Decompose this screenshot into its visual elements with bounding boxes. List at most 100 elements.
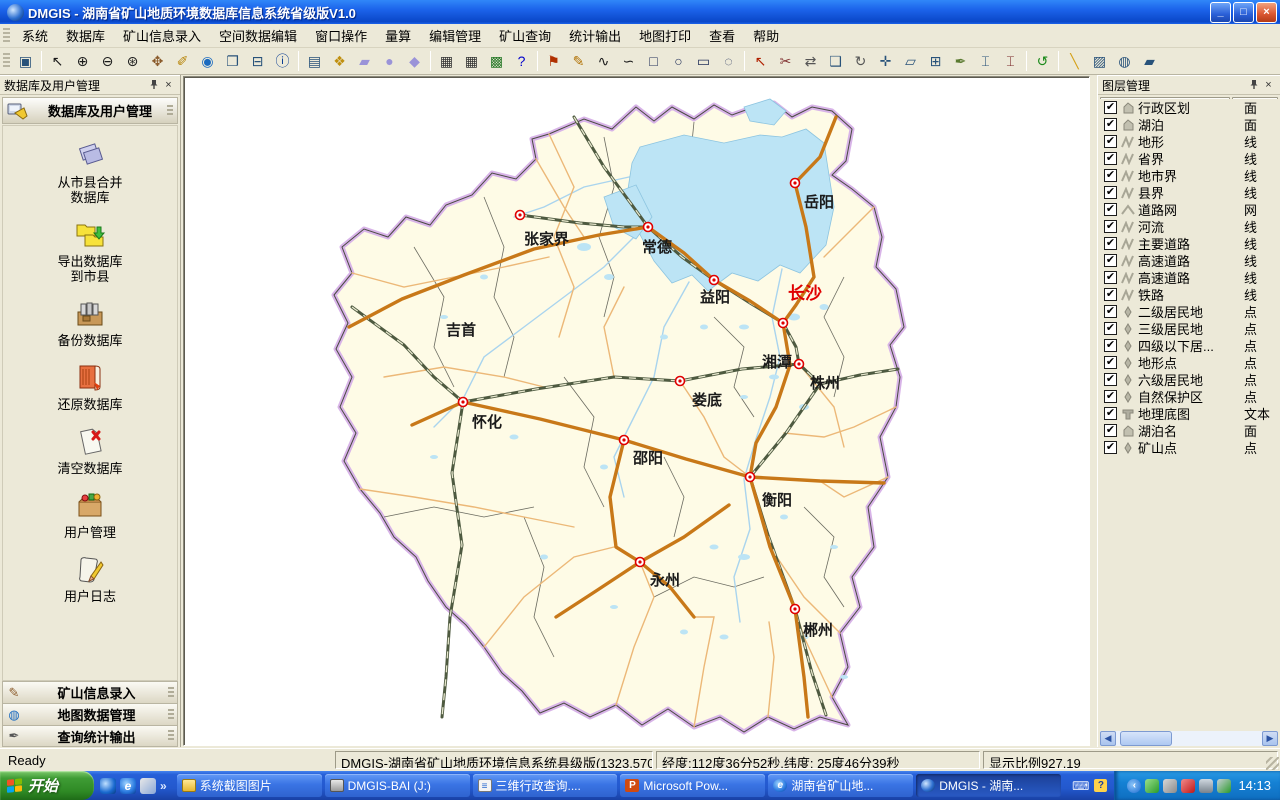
hatch-polygon-button[interactable]: ▰ bbox=[1138, 50, 1162, 73]
hatch-rect-button[interactable]: ▨ bbox=[1088, 50, 1112, 73]
city-marker[interactable] bbox=[746, 473, 755, 482]
copy-window-button[interactable]: ❐ bbox=[221, 50, 245, 73]
menu-grip[interactable] bbox=[3, 28, 10, 44]
minimize-button[interactable]: _ bbox=[1210, 2, 1231, 23]
taskbar-task-1[interactable]: DMGIS-BAI (J:) bbox=[325, 774, 470, 797]
city-marker[interactable] bbox=[620, 436, 629, 445]
group-bar-0[interactable]: ✎矿山信息录入 bbox=[2, 681, 178, 703]
print-button[interactable]: ▦ bbox=[435, 50, 459, 73]
quick-launch-overflow-icon[interactable]: » bbox=[160, 779, 167, 793]
action-restore-db[interactable]: 还原数据库 bbox=[3, 362, 177, 412]
select-polygon-button[interactable]: ◆ bbox=[403, 50, 427, 73]
scroll-thumb[interactable] bbox=[1120, 731, 1172, 746]
city-marker[interactable] bbox=[791, 179, 800, 188]
layer-checkbox[interactable]: ✔ bbox=[1104, 220, 1117, 233]
ie-icon[interactable]: e bbox=[120, 778, 136, 794]
menu-item-2[interactable]: 矿山信息录入 bbox=[114, 23, 210, 48]
attribute-table-button[interactable]: ⊞ bbox=[924, 50, 948, 73]
add-point-pencil-button[interactable]: ✎ bbox=[567, 50, 591, 73]
city-marker[interactable] bbox=[459, 398, 468, 407]
layer-row[interactable]: ✔行政区划面 bbox=[1100, 99, 1278, 116]
action-backup-db[interactable]: 备份数据库 bbox=[3, 298, 177, 348]
measure-length2-button[interactable]: ⌶ bbox=[999, 50, 1023, 73]
layer-checkbox[interactable]: ✔ bbox=[1104, 169, 1117, 182]
layer-checkbox[interactable]: ✔ bbox=[1104, 254, 1117, 267]
taskbar-task-2[interactable]: ≡三维行政查询.... bbox=[473, 774, 618, 797]
layer-row[interactable]: ✔道路网网 bbox=[1100, 201, 1278, 218]
layer-checkbox[interactable]: ✔ bbox=[1104, 424, 1117, 437]
action-user-log[interactable]: 用户日志 bbox=[3, 554, 177, 604]
move-feature-button[interactable]: ✛ bbox=[874, 50, 898, 73]
layer-row[interactable]: ✔县界线 bbox=[1100, 184, 1278, 201]
hunan-map[interactable]: 张家界常德岳阳益阳长沙吉首湘潭株州怀化娄底邵阳衡阳永州郴州 bbox=[184, 77, 1089, 745]
draw-freehand-button[interactable]: ∽ bbox=[617, 50, 641, 73]
layer-checkbox[interactable]: ✔ bbox=[1104, 186, 1117, 199]
city-marker[interactable] bbox=[636, 558, 645, 567]
layer-row[interactable]: ✔地形线 bbox=[1100, 133, 1278, 150]
map-view[interactable]: 张家界常德岳阳益阳长沙吉首湘潭株州怀化娄底邵阳衡阳永州郴州 bbox=[183, 76, 1090, 746]
legend-box-button[interactable]: ⊟ bbox=[246, 50, 270, 73]
layer-checkbox[interactable]: ✔ bbox=[1104, 271, 1117, 284]
left-panel-close-icon[interactable]: × bbox=[161, 78, 176, 92]
action-user-manage[interactable]: 用户管理 bbox=[3, 490, 177, 540]
layer-checkbox[interactable]: ✔ bbox=[1104, 288, 1117, 301]
layer-pin-icon[interactable] bbox=[1246, 78, 1261, 92]
hide-chevron-icon[interactable]: ‹ bbox=[1127, 779, 1141, 793]
scroll-right-icon[interactable]: ▶ bbox=[1262, 731, 1278, 746]
toolbar-grip[interactable] bbox=[3, 53, 10, 69]
zoom-in-button[interactable]: ⊕ bbox=[71, 50, 95, 73]
layer-row[interactable]: ✔三级居民地点 bbox=[1100, 320, 1278, 337]
scroll-left-icon[interactable]: ◀ bbox=[1100, 731, 1116, 746]
pan-hand-button[interactable]: ✥ bbox=[146, 50, 170, 73]
security-shield-icon[interactable] bbox=[1181, 779, 1195, 793]
taskbar-task-4[interactable]: e湖南省矿山地... bbox=[768, 774, 913, 797]
layer-checkbox[interactable]: ✔ bbox=[1104, 135, 1117, 148]
city-marker[interactable] bbox=[676, 377, 685, 386]
draw-polyline-button[interactable]: ∿ bbox=[592, 50, 616, 73]
layer-checkbox[interactable]: ✔ bbox=[1104, 101, 1117, 114]
volume-icon[interactable] bbox=[1163, 779, 1177, 793]
zoom-out-button[interactable]: ⊖ bbox=[96, 50, 120, 73]
layer-row[interactable]: ✔主要道路线 bbox=[1100, 235, 1278, 252]
draw-rect2-button[interactable]: ▭ bbox=[692, 50, 716, 73]
layer-checkbox[interactable]: ✔ bbox=[1104, 356, 1117, 369]
add-point-flag-button[interactable]: ⚑ bbox=[542, 50, 566, 73]
repaint-brush-button[interactable]: ✐ bbox=[171, 50, 195, 73]
menu-item-7[interactable]: 矿山查询 bbox=[490, 23, 560, 48]
display-icon[interactable] bbox=[1199, 779, 1213, 793]
draw-ellipse2-button[interactable]: ◌ bbox=[717, 50, 741, 73]
layer-checkbox[interactable]: ✔ bbox=[1104, 237, 1117, 250]
taskbar-task-3[interactable]: PMicrosoft Pow... bbox=[620, 774, 765, 797]
menu-item-0[interactable]: 系统 bbox=[13, 23, 57, 48]
edit-pencil-button[interactable]: ✒ bbox=[949, 50, 973, 73]
layer-panel-hscrollbar[interactable]: ◀ ▶ bbox=[1100, 731, 1278, 746]
drive-activity-icon[interactable] bbox=[1217, 779, 1231, 793]
menu-item-8[interactable]: 统计输出 bbox=[560, 23, 630, 48]
layer-row[interactable]: ✔高速道路线 bbox=[1100, 269, 1278, 286]
copy-feature-button[interactable]: ❑ bbox=[824, 50, 848, 73]
new-map-button[interactable]: ▣ bbox=[14, 50, 38, 73]
hatch-ellipse-button[interactable]: ◍ bbox=[1113, 50, 1137, 73]
measure-length-button[interactable]: ⌶ bbox=[974, 50, 998, 73]
hatch-line-button[interactable]: ╲ bbox=[1063, 50, 1087, 73]
pin-icon[interactable] bbox=[146, 78, 161, 92]
print-preview-button[interactable]: ▤ bbox=[303, 50, 327, 73]
city-marker[interactable] bbox=[795, 360, 804, 369]
select-pointer-button[interactable]: ↖ bbox=[46, 50, 70, 73]
layer-checkbox[interactable]: ✔ bbox=[1104, 441, 1117, 454]
draw-ellipse-button[interactable]: ○ bbox=[667, 50, 691, 73]
group-bar-1[interactable]: ◍地图数据管理 bbox=[2, 703, 178, 725]
layer-row[interactable]: ✔四级以下居...点 bbox=[1100, 337, 1278, 354]
resize-grip[interactable] bbox=[1266, 757, 1279, 770]
layer-row[interactable]: ✔湖泊面 bbox=[1100, 116, 1278, 133]
green-util-icon[interactable] bbox=[1145, 779, 1159, 793]
menu-item-3[interactable]: 空间数据编辑 bbox=[210, 23, 306, 48]
left-panel-header[interactable]: 数据库及用户管理 bbox=[2, 97, 178, 124]
zoom-extent-button[interactable]: ⊛ bbox=[121, 50, 145, 73]
rotate-feature-button[interactable]: ↻ bbox=[849, 50, 873, 73]
identify-info-button[interactable]: ⓘ bbox=[271, 50, 295, 73]
layer-name[interactable]: 矿山点 bbox=[1138, 438, 1244, 457]
maximize-button[interactable]: □ bbox=[1233, 2, 1254, 23]
layer-checkbox[interactable]: ✔ bbox=[1104, 203, 1117, 216]
layer-row[interactable]: ✔地市界线 bbox=[1100, 167, 1278, 184]
